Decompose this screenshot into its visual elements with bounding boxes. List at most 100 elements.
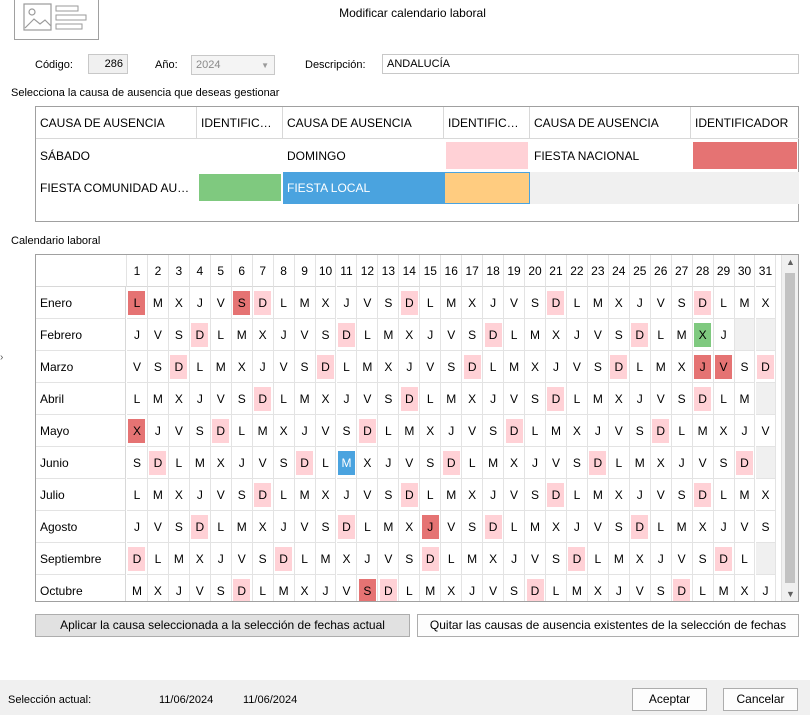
calendar-day-cell[interactable]: L xyxy=(504,319,526,351)
calendar-day-cell[interactable]: D xyxy=(441,447,463,479)
day-header[interactable]: 22 xyxy=(566,255,588,287)
calendar-day-cell[interactable]: V xyxy=(357,287,379,319)
cancel-button[interactable]: Cancelar xyxy=(723,688,798,711)
apply-cause-button[interactable]: Aplicar la causa seleccionada a la selec… xyxy=(35,614,410,637)
calendar-day-cell[interactable]: L xyxy=(253,575,274,601)
calendar-day-cell[interactable]: J xyxy=(169,575,190,601)
calendar-day-cell[interactable]: M xyxy=(608,543,630,575)
calendar-day-cell[interactable]: M xyxy=(734,383,756,415)
calendar-day-cell[interactable]: L xyxy=(315,447,337,479)
calendar-day-cell[interactable]: V xyxy=(210,287,232,319)
calendar-day-cell[interactable]: X xyxy=(546,319,567,351)
calendar-day-cell[interactable]: D xyxy=(692,287,714,319)
calendar-day-cell[interactable]: M xyxy=(210,351,232,383)
calendar-day-cell[interactable]: M xyxy=(189,447,211,479)
calendar-day-cell[interactable]: V xyxy=(650,287,672,319)
calendar-day-cell[interactable]: V xyxy=(399,447,421,479)
calendar-day-cell[interactable]: V xyxy=(587,511,609,543)
calendar-day-cell[interactable]: S xyxy=(525,287,546,319)
calendar-day-cell[interactable]: M xyxy=(399,415,421,447)
calendar-day-cell[interactable]: X xyxy=(127,415,148,447)
calendar-day-cell[interactable]: S xyxy=(692,543,714,575)
calendar-day-cell[interactable]: V xyxy=(190,575,211,601)
calendar-day-cell[interactable]: M xyxy=(587,287,609,319)
calendar-day-cell[interactable]: M xyxy=(420,575,442,601)
calendar-day-cell[interactable]: D xyxy=(462,351,484,383)
month-label[interactable]: Septiembre xyxy=(36,543,126,575)
calendar-day-cell[interactable]: S xyxy=(441,351,463,383)
calendar-day-cell[interactable]: M xyxy=(127,575,148,601)
calendar-day-cell[interactable]: D xyxy=(692,383,714,415)
calendar-day-cell[interactable]: S xyxy=(713,447,735,479)
calendar-day-cell[interactable]: J xyxy=(546,351,567,383)
calendar-day-cell[interactable]: J xyxy=(566,511,588,543)
calendar-day-cell[interactable]: V xyxy=(587,319,609,351)
calendar-day-cell[interactable]: S xyxy=(378,383,400,415)
calendar-day-cell[interactable]: X xyxy=(441,575,463,601)
calendar-day-cell[interactable]: S xyxy=(127,447,148,479)
calendar-day-cell[interactable]: J xyxy=(629,479,651,511)
calendar-day-cell[interactable]: M xyxy=(734,287,756,319)
calendar-day-cell[interactable]: L xyxy=(546,575,567,601)
calendar-day-cell[interactable]: J xyxy=(462,575,484,601)
day-header[interactable]: 8 xyxy=(273,255,295,287)
calendar-day-cell[interactable]: V xyxy=(525,543,546,575)
calendar-day-cell[interactable]: D xyxy=(189,511,211,543)
calendar-day-cell[interactable]: S xyxy=(231,383,253,415)
month-label[interactable]: Julio xyxy=(36,479,126,511)
calendar-day-cell[interactable]: S xyxy=(211,575,232,601)
identifier-swatch-fiesta-nacional[interactable] xyxy=(693,142,797,169)
calendar-day-cell[interactable]: X xyxy=(168,383,190,415)
calendar-day-cell[interactable]: X xyxy=(315,479,337,511)
month-label[interactable]: Marzo xyxy=(36,351,126,383)
calendar-day-cell[interactable]: M xyxy=(714,575,735,601)
day-header[interactable]: 2 xyxy=(147,255,169,287)
calendar-day-cell[interactable]: S xyxy=(273,447,295,479)
calendar-day-cell[interactable]: L xyxy=(587,543,609,575)
calendar-day-cell[interactable]: X xyxy=(608,479,630,511)
calendar-day-cell[interactable]: M xyxy=(315,543,337,575)
calendar-day-cell[interactable]: X xyxy=(315,287,337,319)
day-header[interactable]: 4 xyxy=(189,255,211,287)
calendar-day-cell[interactable]: D xyxy=(273,543,295,575)
calendar-day-cell[interactable]: V xyxy=(546,447,567,479)
calendar-day-cell[interactable]: L xyxy=(357,319,379,351)
calendar-day-cell[interactable]: J xyxy=(609,575,630,601)
calendar-day-cell[interactable]: D xyxy=(587,447,609,479)
day-header[interactable]: 27 xyxy=(671,255,693,287)
calendar-day-cell[interactable]: V xyxy=(147,319,169,351)
calendar-day-cell[interactable]: D xyxy=(546,479,567,511)
calendar-day-cell[interactable]: J xyxy=(441,415,463,447)
calendar-day-cell[interactable]: X xyxy=(399,511,421,543)
calendar-day-cell[interactable]: X xyxy=(231,351,253,383)
month-label[interactable]: Enero xyxy=(36,287,126,319)
month-label[interactable]: Abril xyxy=(36,383,126,415)
calendar-day-cell[interactable]: M xyxy=(525,511,546,543)
calendar-day-cell[interactable]: J xyxy=(147,415,169,447)
calendar-day-cell[interactable]: D xyxy=(252,383,274,415)
calendar-day-cell[interactable]: M xyxy=(587,479,609,511)
month-label[interactable]: Agosto xyxy=(36,511,126,543)
calendar-day-cell[interactable]: M xyxy=(168,543,190,575)
calendar-day-cell[interactable]: S xyxy=(378,479,400,511)
calendar-day-cell[interactable]: J xyxy=(483,383,505,415)
calendar-day-cell[interactable]: D xyxy=(232,575,253,601)
day-header[interactable]: 28 xyxy=(692,255,714,287)
calendar-day-cell[interactable]: S xyxy=(504,575,526,601)
calendar-day-cell[interactable]: S xyxy=(671,287,693,319)
calendar-day-cell[interactable]: J xyxy=(378,447,400,479)
calendar-day-cell[interactable]: X xyxy=(504,447,526,479)
calendar-day-cell[interactable]: X xyxy=(252,511,274,543)
calendar-day-cell[interactable]: M xyxy=(546,415,567,447)
calendar-day-cell[interactable]: J xyxy=(671,447,693,479)
calendar-day-cell[interactable]: M xyxy=(378,511,400,543)
calendar-day-cell[interactable]: D xyxy=(210,415,232,447)
calendar-day-cell[interactable]: D xyxy=(378,575,400,601)
calendar-day-cell[interactable]: M xyxy=(336,447,358,479)
calendar-day-cell[interactable]: X xyxy=(692,319,714,351)
calendar-day-cell[interactable]: L xyxy=(420,479,442,511)
calendar-day-cell[interactable]: S xyxy=(168,511,190,543)
calendar-day-cell[interactable]: L xyxy=(399,575,421,601)
day-header[interactable]: 16 xyxy=(441,255,463,287)
calendar-day-cell[interactable]: M xyxy=(671,319,693,351)
